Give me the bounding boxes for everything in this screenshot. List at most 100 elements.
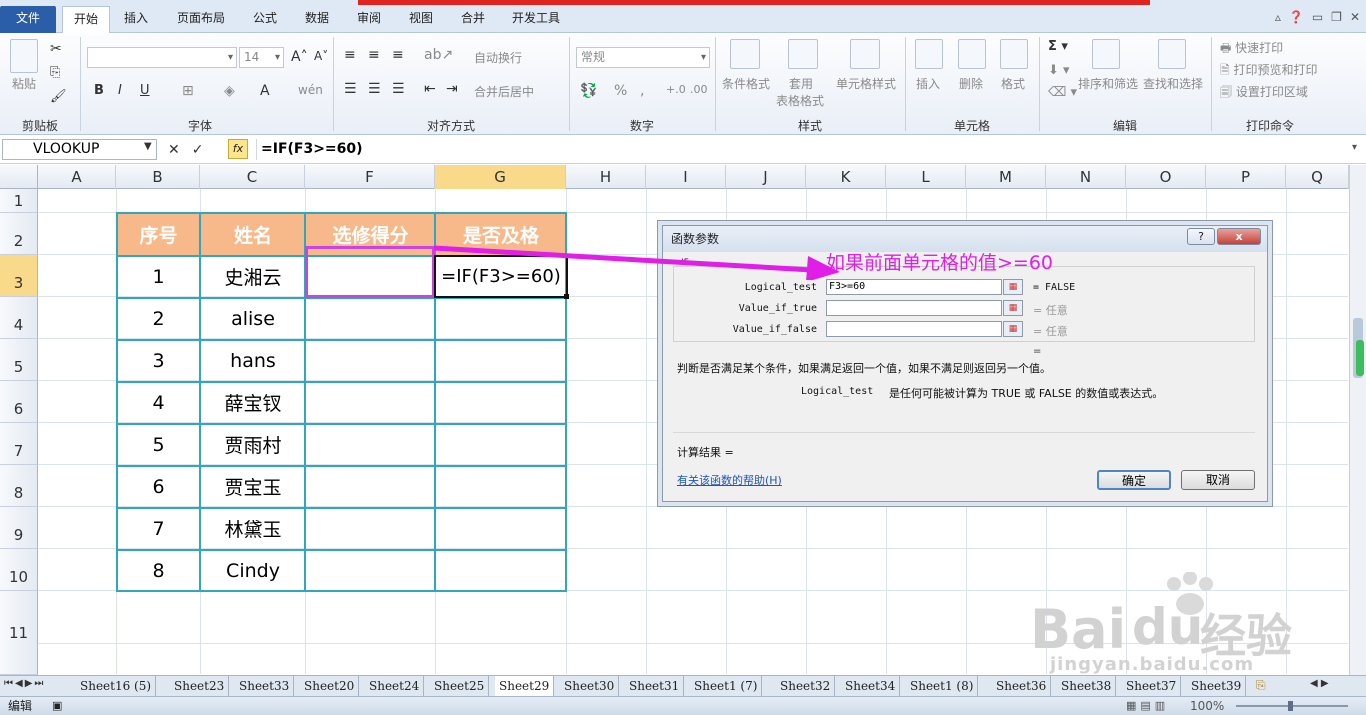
row-header-6[interactable]: 6 [0, 381, 38, 423]
fill-icon[interactable]: ⬇ ▾ [1048, 63, 1070, 78]
find-select-button[interactable]: 查找和选择 [1143, 75, 1203, 92]
sheet-tab[interactable]: Sheet30 [560, 676, 620, 696]
clear-icon[interactable]: ⌫ ▾ [1048, 85, 1077, 100]
border-icon[interactable]: ⊞ [182, 83, 194, 99]
delete-cells-icon[interactable] [958, 39, 986, 69]
cell-name[interactable]: 史湘云 [201, 256, 305, 297]
conditional-format-button[interactable]: 条件格式 [722, 75, 770, 92]
sheet-tab[interactable]: Sheet16 (5) [76, 676, 157, 696]
minimize-ribbon-icon[interactable]: ▵ [1275, 10, 1281, 24]
row-header-8[interactable]: 8 [0, 465, 38, 507]
table-header-name[interactable]: 姓名 [201, 214, 305, 255]
column-header-g[interactable]: G [435, 165, 566, 189]
sheet-tab[interactable]: Sheet33 [235, 676, 295, 696]
column-header-c[interactable]: C [200, 165, 305, 189]
decrease-indent-icon[interactable]: ⇤ [424, 81, 436, 97]
wrap-text-button[interactable]: 自动换行 [474, 49, 522, 66]
confirm-entry-icon[interactable]: ✓ [192, 142, 204, 158]
align-right-icon[interactable]: ☰ [392, 81, 405, 97]
sheet-tab[interactable]: Sheet1 (8) [906, 676, 979, 696]
expand-formula-icon[interactable]: ▾ [1352, 142, 1357, 153]
formula-input[interactable]: =IF(F3>=60) [256, 139, 1348, 160]
cell-pass[interactable] [436, 508, 566, 549]
orientation-icon[interactable]: ab↗ [424, 47, 453, 63]
align-center-icon[interactable]: ☰ [368, 81, 381, 97]
font-color-icon[interactable]: A [260, 83, 270, 99]
italic-icon[interactable]: I [118, 83, 122, 98]
font-size-combo[interactable]: 14 [239, 47, 284, 68]
align-bottom-icon[interactable]: ≡ [392, 47, 404, 63]
arg-input-logical-test[interactable]: F3>=60 [826, 279, 1002, 295]
sheet-tab[interactable]: Sheet38 [1057, 676, 1117, 696]
tab-developer[interactable]: 开发工具 [504, 6, 568, 33]
cell-score[interactable] [306, 382, 435, 423]
phonetic-icon[interactable]: wén [298, 83, 323, 97]
row-header-11[interactable]: 11 [0, 591, 38, 675]
column-header-q[interactable]: Q [1286, 165, 1349, 189]
merge-center-button[interactable]: 合并后居中 [474, 83, 534, 100]
cell-name[interactable]: 贾雨村 [201, 424, 305, 465]
insert-cells-button[interactable]: 插入 [916, 75, 940, 92]
format-cells-button[interactable]: 格式 [1001, 75, 1025, 92]
column-header-h[interactable]: H [566, 165, 646, 189]
column-header-k[interactable]: K [806, 165, 886, 189]
align-left-icon[interactable]: ☰ [344, 81, 357, 97]
column-header-b[interactable]: B [116, 165, 200, 189]
cell-no[interactable]: 3 [117, 340, 200, 381]
function-help-link[interactable]: 有关该函数的帮助(H) [677, 472, 782, 488]
cell-pass[interactable] [436, 466, 566, 507]
sheet-tab[interactable]: Sheet39 [1187, 676, 1247, 696]
cell-pass[interactable] [436, 424, 566, 465]
paste-label[interactable]: 粘贴 [12, 75, 36, 92]
quick-print-button[interactable]: 🖶 快速打印 [1220, 39, 1283, 60]
comma-icon[interactable]: , [640, 83, 644, 99]
sheet-tab[interactable]: Sheet23 [170, 676, 230, 696]
macro-record-icon[interactable]: ▣ [52, 697, 62, 715]
sheet-tab[interactable]: Sheet1 (7) [690, 676, 763, 696]
cell-name[interactable]: alise [201, 298, 305, 339]
row-header-1[interactable]: 1 [0, 189, 38, 213]
insert-cells-icon[interactable] [915, 39, 943, 69]
collapse-dialog-icon[interactable]: ▦ [1003, 279, 1023, 295]
cell-no[interactable]: 5 [117, 424, 200, 465]
cell-no[interactable]: 6 [117, 466, 200, 507]
table-header-no[interactable]: 序号 [117, 214, 200, 255]
cell-name[interactable]: 贾宝玉 [201, 466, 305, 507]
percent-icon[interactable]: % [614, 83, 627, 99]
decrease-decimal-icon[interactable]: .00 [690, 83, 708, 96]
arg-input-value-if-false[interactable] [826, 321, 1002, 337]
table-format-button-line2[interactable]: 表格格式 [776, 92, 824, 109]
cancel-entry-icon[interactable]: ✕ [168, 142, 180, 158]
cut-icon[interactable]: ✂ [50, 41, 62, 57]
column-header-n[interactable]: N [1046, 165, 1126, 189]
increase-decimal-icon[interactable]: +.0 [666, 83, 686, 96]
underline-icon[interactable]: U [140, 83, 150, 98]
cell-styles-icon[interactable] [850, 39, 880, 69]
print-area-button[interactable]: 🗐 设置打印区域 [1220, 83, 1308, 104]
table-format-button[interactable]: 套用 [789, 75, 813, 92]
cell-score[interactable] [306, 424, 435, 465]
row-header-10[interactable]: 10 [0, 549, 38, 591]
column-header-l[interactable]: L [886, 165, 966, 189]
sheet-tab[interactable]: Sheet25 [430, 676, 490, 696]
sheet-tab[interactable]: Sheet34 [841, 676, 901, 696]
zoom-level[interactable]: 100% [1190, 697, 1224, 715]
view-mode-icons[interactable]: ▦▤▥ [1126, 697, 1169, 715]
cell-pass[interactable] [436, 550, 566, 591]
sheet-nav-icons[interactable]: ⏮◀▶⏭ [4, 678, 45, 689]
conditional-format-icon[interactable] [730, 39, 760, 69]
vertical-scrollbar[interactable] [1349, 165, 1366, 675]
fill-handle[interactable] [564, 294, 569, 299]
print-preview-button[interactable]: 🗎 打印预览和打印 [1220, 61, 1317, 82]
zoom-slider-thumb[interactable] [1288, 701, 1293, 711]
paste-icon[interactable] [10, 39, 38, 73]
sheet-tab[interactable]: Sheet31 [625, 676, 685, 696]
align-middle-icon[interactable]: ≡ [368, 47, 380, 63]
cell-no[interactable]: 4 [117, 382, 200, 423]
cell-styles-button[interactable]: 单元格样式 [836, 75, 896, 92]
ok-button[interactable]: 确定 [1097, 470, 1171, 490]
select-all-corner[interactable] [0, 165, 38, 189]
sheet-tab[interactable]: Sheet37 [1122, 676, 1182, 696]
row-header-3[interactable]: 3 [0, 255, 38, 297]
sheet-tab[interactable]: Sheet36 [992, 676, 1052, 696]
